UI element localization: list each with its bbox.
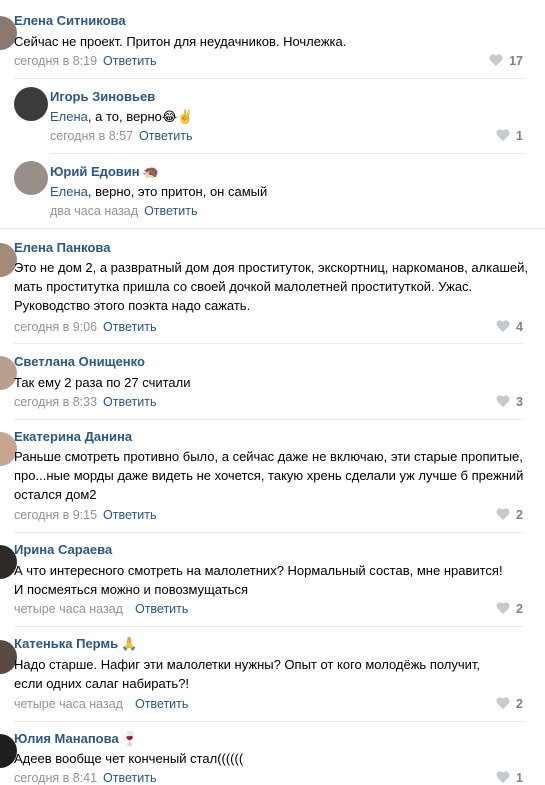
like-button[interactable]: 1 <box>496 129 523 143</box>
comment-meta: четыре часа назад Ответить <box>14 602 188 616</box>
hedgehog-icon: 🦔 <box>142 164 159 179</box>
comment-text: Раньше смотреть противно было, а сейчас … <box>14 449 524 502</box>
reply-link[interactable]: Ответить <box>103 320 156 334</box>
heart-icon <box>496 697 510 709</box>
comment-meta: четыре часа назад Ответить <box>14 697 188 711</box>
divider <box>0 228 545 229</box>
heart-icon <box>496 771 510 783</box>
comment-meta: сегодня в 8:33 Ответить <box>14 395 156 409</box>
reply-link[interactable]: Ответить <box>103 54 156 68</box>
reply-link[interactable]: Ответить <box>139 129 192 143</box>
reply-link[interactable]: Ответить <box>144 204 197 218</box>
like-button[interactable]: 1 <box>496 771 523 785</box>
reply-link[interactable]: Ответить <box>135 602 188 616</box>
reply-link[interactable]: Ответить <box>103 395 156 409</box>
heart-icon <box>496 602 510 614</box>
comment-time[interactable]: четыре часа назад <box>14 602 123 616</box>
comment-meta: сегодня в 9:06 Ответить <box>14 320 156 334</box>
comment-author[interactable]: Игорь Зиновьев <box>50 89 155 104</box>
avatar[interactable] <box>14 87 48 121</box>
comment-author[interactable]: Катенька Пермь 🙏 <box>14 636 137 652</box>
like-button[interactable]: 2 <box>496 697 523 711</box>
comment-author[interactable]: Юлия Манапова 🍷 <box>14 731 138 747</box>
comment-text: Надо старше. Нафиг эти малолетки нужны? … <box>14 657 481 691</box>
heart-icon <box>496 129 510 141</box>
heart-icon <box>496 508 510 520</box>
wine-glass-icon: 🍷 <box>121 731 138 746</box>
divider <box>14 78 523 79</box>
comment-author[interactable]: Елена Панкова <box>14 240 110 255</box>
avatar[interactable] <box>14 161 48 195</box>
comment-text: Елена, а то, верно😂✌️ <box>50 109 194 124</box>
divider <box>14 626 523 627</box>
heart-icon <box>496 395 510 407</box>
comment-time[interactable]: сегодня в 8:57 <box>50 129 133 143</box>
comment-time[interactable]: сегодня в 8:33 <box>14 395 97 409</box>
reply-link[interactable]: Ответить <box>103 771 156 785</box>
comment-time[interactable]: сегодня в 9:15 <box>14 508 97 522</box>
heart-icon <box>496 320 510 332</box>
comment-text: Это не дом 2, а развратный дом доя прост… <box>14 260 528 313</box>
comment-text: Сейчас не проект. Притон для неудачников… <box>14 34 347 49</box>
comment-meta: два часа назад Ответить <box>50 204 198 218</box>
comment-meta: сегодня в 8:19 Ответить <box>14 54 156 68</box>
comment-meta: сегодня в 9:15 Ответить <box>14 508 156 522</box>
comment-author[interactable]: Елена Ситникова <box>14 13 126 28</box>
like-button[interactable]: 3 <box>496 395 523 409</box>
comment-text: Адеев вообще чет конченый стал(((((( <box>14 751 244 766</box>
comment-text: Так ему 2 раза по 27 считали <box>14 375 191 390</box>
comment-author[interactable]: Юрий Едовин 🦔 <box>50 164 159 180</box>
mention-link[interactable]: Елена <box>50 109 88 124</box>
comment-text: Елена, верно, это притон, он самый <box>50 184 268 199</box>
comment-author[interactable]: Светлана Онищенко <box>14 354 145 369</box>
divider <box>14 721 523 722</box>
reply-link[interactable]: Ответить <box>103 508 156 522</box>
comment-time[interactable]: сегодня в 9:06 <box>14 320 97 334</box>
like-button[interactable]: 2 <box>496 602 523 616</box>
comment-author[interactable]: Екатерина Данина <box>14 429 132 444</box>
comment-time[interactable]: два часа назад <box>50 204 138 218</box>
comment-time[interactable]: сегодня в 8:41 <box>14 771 97 785</box>
divider <box>14 343 523 344</box>
comment-text: А что интересного смотреть на малолетних… <box>14 563 503 597</box>
comment-meta: сегодня в 8:41 Ответить <box>14 771 156 785</box>
divider <box>14 532 523 533</box>
like-button[interactable]: 2 <box>496 508 523 522</box>
comment-time[interactable]: четыре часа назад <box>14 697 123 711</box>
comment-author[interactable]: Ирина Сараева <box>14 542 112 557</box>
like-button[interactable]: 4 <box>496 320 523 334</box>
like-button[interactable]: 17 <box>489 54 523 68</box>
comment-meta: сегодня в 8:57 Ответить <box>50 129 192 143</box>
divider <box>14 419 523 420</box>
divider <box>50 153 523 154</box>
reply-link[interactable]: Ответить <box>135 697 188 711</box>
folded-hands-icon: 🙏 <box>121 636 138 651</box>
heart-icon <box>489 54 503 66</box>
mention-link[interactable]: Елена <box>50 184 88 199</box>
comment-time[interactable]: сегодня в 8:19 <box>14 54 97 68</box>
